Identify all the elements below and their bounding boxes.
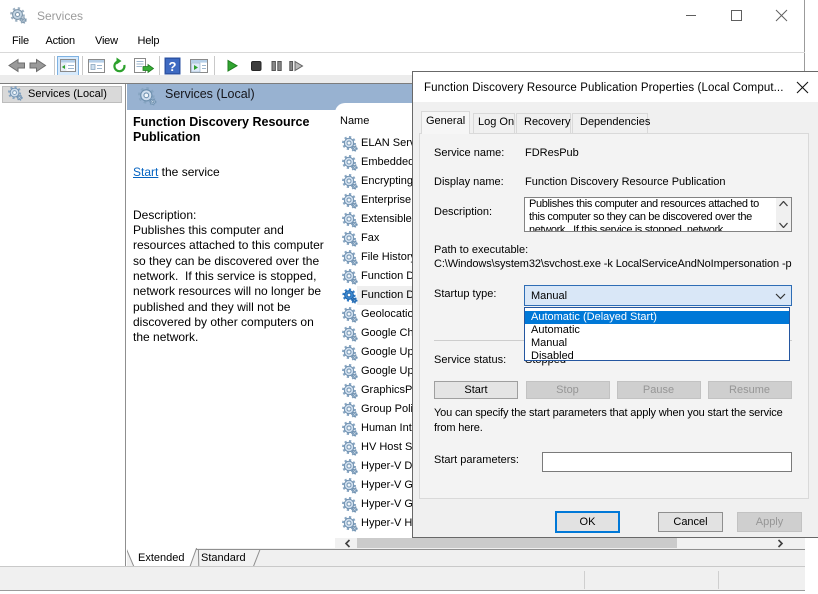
svg-text:?: ? bbox=[169, 59, 177, 74]
